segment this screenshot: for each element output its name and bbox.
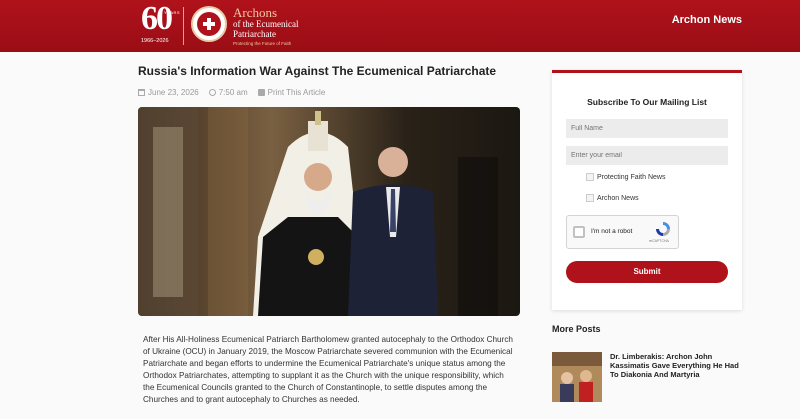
article-time: 7:50 am [218, 88, 248, 97]
site-logo-text[interactable]: Archons of the Ecumenical Patriarchate P… [233, 6, 298, 46]
anniversary-number: 60 [141, 0, 173, 37]
anniversary-range: 1966–2026 [141, 38, 169, 44]
captcha-checkbox[interactable] [573, 226, 585, 238]
printer-icon [257, 89, 265, 96]
checkbox[interactable] [586, 173, 594, 181]
checkbox[interactable] [586, 194, 594, 202]
submit-button[interactable]: Submit [566, 261, 728, 283]
site-header: 60 YEARS 1966–2026 Archons of the Ecumen… [0, 0, 800, 52]
recaptcha-widget[interactable]: I'm not a robot reCAPTCHA [566, 215, 679, 249]
email-input[interactable] [566, 146, 728, 165]
post-title[interactable]: Dr. Limberakis: Archon John Kassimatis G… [610, 352, 742, 379]
list-option-label: Protecting Faith News [597, 173, 666, 181]
captcha-label: I'm not a robot [591, 228, 633, 235]
seal-icon[interactable] [191, 6, 227, 42]
logo-line-1: Archons [233, 5, 278, 20]
recaptcha-icon [656, 222, 670, 236]
article-meta: June 23, 2026 7:50 am Print This Article [138, 88, 325, 97]
list-option-archon-news[interactable]: Archon News [586, 194, 639, 202]
subscribe-heading: Subscribe To Our Mailing List [587, 97, 707, 107]
article-body: After His All-Holiness Ecumenical Patria… [143, 335, 513, 404]
anniversary-years-label: YEARS [164, 10, 181, 15]
subscribe-card: Subscribe To Our Mailing List Protecting… [552, 70, 742, 310]
post-thumbnail[interactable] [552, 352, 602, 402]
list-option-label: Archon News [597, 194, 639, 202]
article-title: Russia's Information War Against The Ecu… [138, 64, 497, 78]
logo-line-2: of the Ecumenical [233, 19, 299, 29]
article-date: June 23, 2026 [148, 88, 199, 97]
clock-icon [208, 89, 216, 96]
nav-archon-news[interactable]: Archon News [672, 14, 742, 26]
print-label: Print This Article [267, 88, 326, 97]
print-link[interactable]: Print This Article [257, 88, 326, 97]
captcha-brand: reCAPTCHA [649, 239, 669, 243]
logo-tagline: Protecting the Future of Faith [233, 41, 292, 46]
anniversary-logo[interactable]: 60 YEARS 1966–2026 [141, 0, 181, 48]
logo-divider [183, 7, 184, 45]
fullname-input[interactable] [566, 119, 728, 138]
logo-line-3: Patriarchate [233, 29, 276, 39]
list-option-protecting-faith[interactable]: Protecting Faith News [586, 173, 665, 181]
calendar-icon [138, 89, 145, 96]
hero-image [138, 107, 520, 316]
more-posts-heading: More Posts [552, 324, 601, 334]
